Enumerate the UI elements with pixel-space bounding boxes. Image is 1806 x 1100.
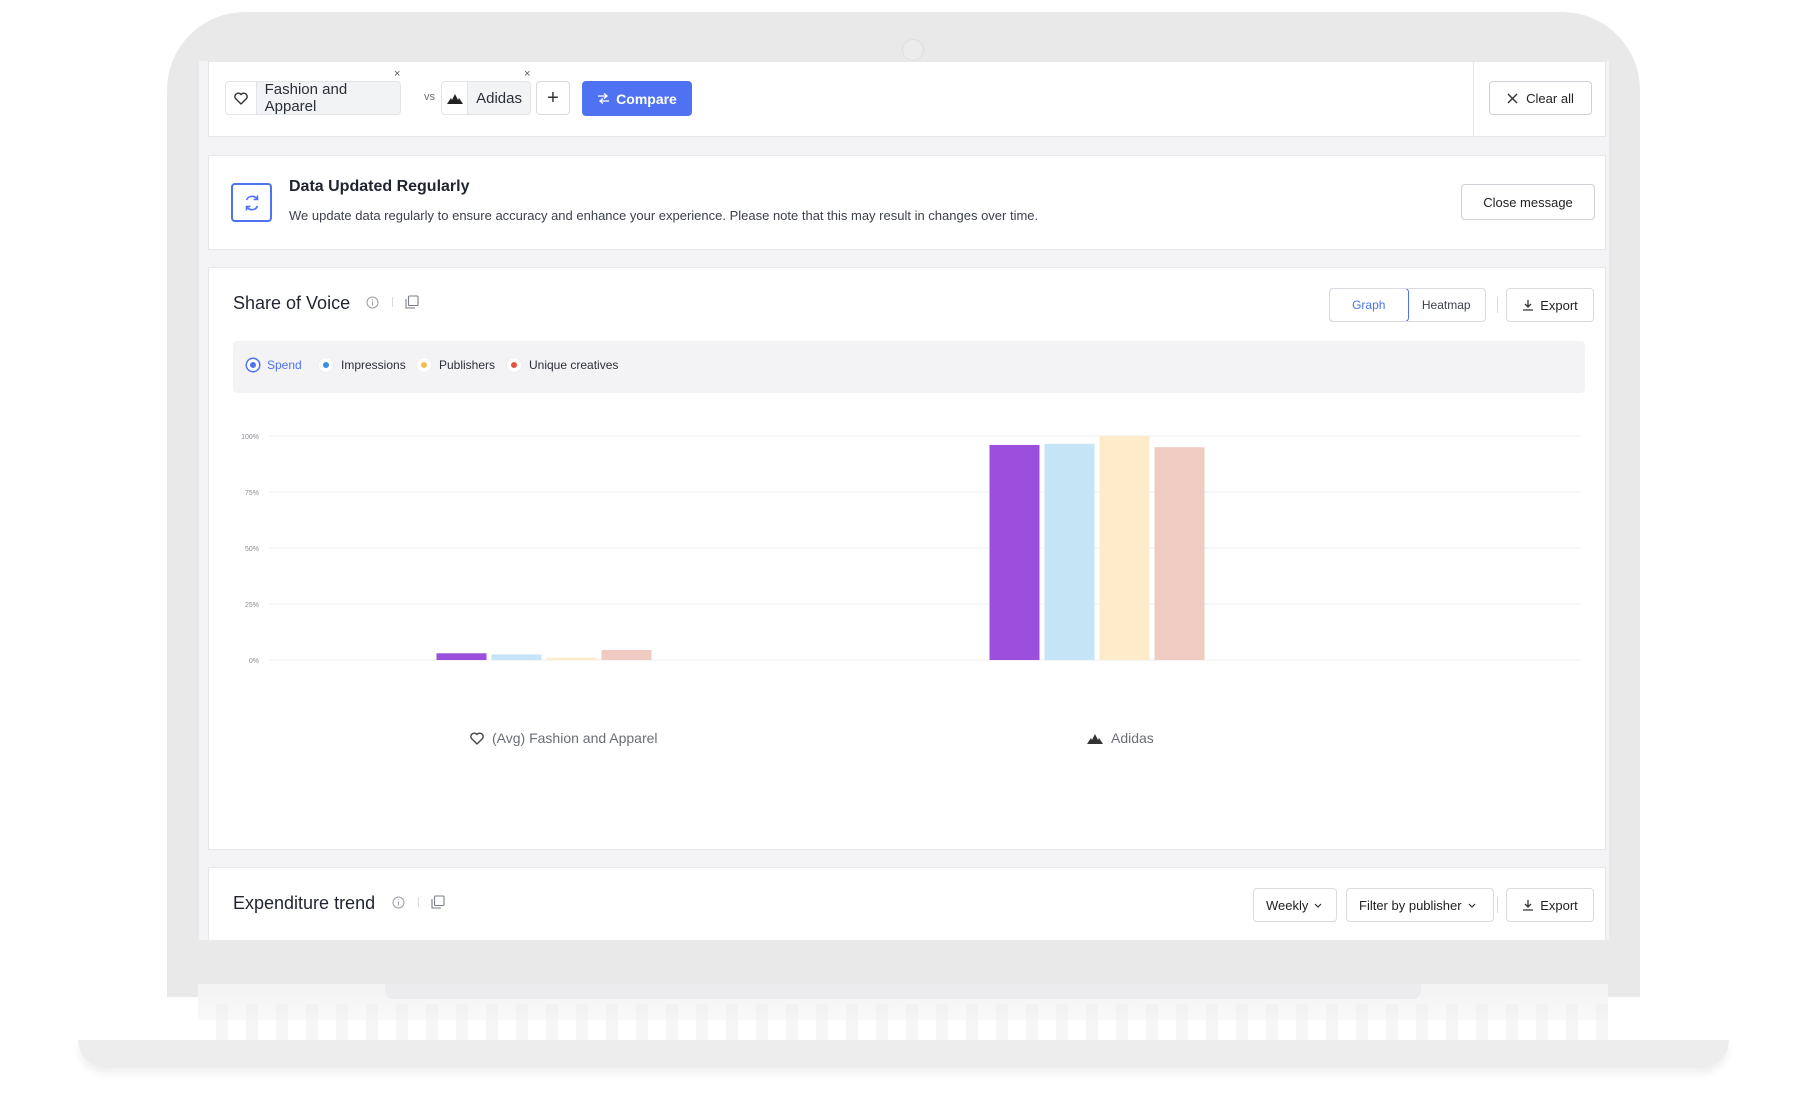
period-dropdown[interactable]: Weekly [1253, 888, 1337, 922]
close-message-button[interactable]: Close message [1461, 184, 1595, 220]
comparison-bar: Fashion and Apparel × vs Adidas × + Comp… [208, 61, 1606, 138]
chevron-down-icon [1314, 903, 1322, 908]
divider [1473, 62, 1474, 138]
vs-label: vs [424, 91, 435, 103]
camera-icon [902, 39, 924, 61]
copy-icon[interactable] [431, 895, 445, 909]
laptop-base [78, 984, 1729, 1080]
hinge [385, 984, 1421, 999]
dropdown-label: Filter by publisher [1359, 897, 1462, 913]
category-label-text: Adidas [1111, 730, 1154, 746]
compare-chip-adidas[interactable]: Adidas × [441, 68, 531, 115]
close-icon [1507, 93, 1518, 103]
bar-impressions [491, 654, 542, 660]
dropdown-label: Weekly [1266, 897, 1309, 913]
panel-title: Expenditure trend [233, 893, 376, 913]
remove-chip-icon[interactable]: × [394, 68, 400, 80]
screen: Fashion and Apparel × vs Adidas × + Comp… [199, 61, 1609, 940]
y-tick-label: 100% [241, 434, 259, 441]
category-label-text: (Avg) Fashion and Apparel [492, 730, 658, 746]
category-label-fashion: (Avg) Fashion and Apparel [470, 730, 658, 746]
export-label: Export [1540, 897, 1578, 913]
remove-chip-icon[interactable]: × [524, 68, 530, 80]
bar-impressions [1044, 443, 1095, 660]
download-icon [1523, 900, 1534, 911]
bar-spend [436, 653, 487, 660]
base-body [78, 1040, 1729, 1068]
y-tick-label: 50% [245, 546, 259, 553]
divider [418, 897, 419, 907]
chip-label: Adidas [476, 89, 522, 107]
compare-chip-fashion[interactable]: Fashion and Apparel × [225, 68, 401, 115]
bar-publishers [546, 657, 597, 660]
heart-icon [226, 82, 257, 114]
bar-publishers [1099, 436, 1150, 660]
clear-all-button[interactable]: Clear all [1489, 81, 1592, 115]
data-update-notice: Data Updated Regularly We update data re… [208, 155, 1606, 250]
adidas-logo-icon [1087, 733, 1103, 744]
add-comparison-button[interactable]: + [536, 81, 570, 115]
compare-button[interactable]: Compare [582, 81, 692, 116]
y-tick-label: 0% [249, 658, 259, 665]
share-of-voice-chart: 0% 25% 50% 75% 100% [241, 434, 1581, 665]
export-button[interactable]: Export [1506, 888, 1594, 922]
heart-icon [470, 731, 484, 745]
bar-spend [989, 444, 1040, 660]
publisher-filter-dropdown[interactable]: Filter by publisher [1346, 888, 1494, 922]
info-icon[interactable] [392, 896, 405, 909]
y-tick-label: 25% [245, 602, 259, 609]
chevron-down-icon [1468, 903, 1476, 908]
bar-unique-creatives [1154, 447, 1205, 660]
compare-button-label: Compare [616, 90, 677, 107]
clear-all-label: Clear all [1526, 90, 1574, 106]
share-of-voice-panel: Share of Voice Graph Heatmap Export Spen… [208, 267, 1606, 850]
expenditure-trend-panel: Expenditure trend Weekly Filter by publi… [208, 867, 1606, 940]
notice-title: Data Updated Regularly [289, 178, 470, 195]
y-tick-label: 75% [245, 490, 259, 497]
keyboard-keys [198, 1004, 1608, 1040]
category-label-adidas: Adidas [1087, 730, 1154, 746]
chip-label: Fashion and Apparel [264, 81, 348, 115]
bar-unique-creatives [601, 649, 652, 660]
compare-icon [598, 93, 610, 104]
refresh-icon [231, 183, 272, 222]
divider [1497, 897, 1498, 913]
adidas-logo-icon [442, 82, 469, 114]
notice-text: We update data regularly to ensure accur… [289, 208, 1039, 223]
